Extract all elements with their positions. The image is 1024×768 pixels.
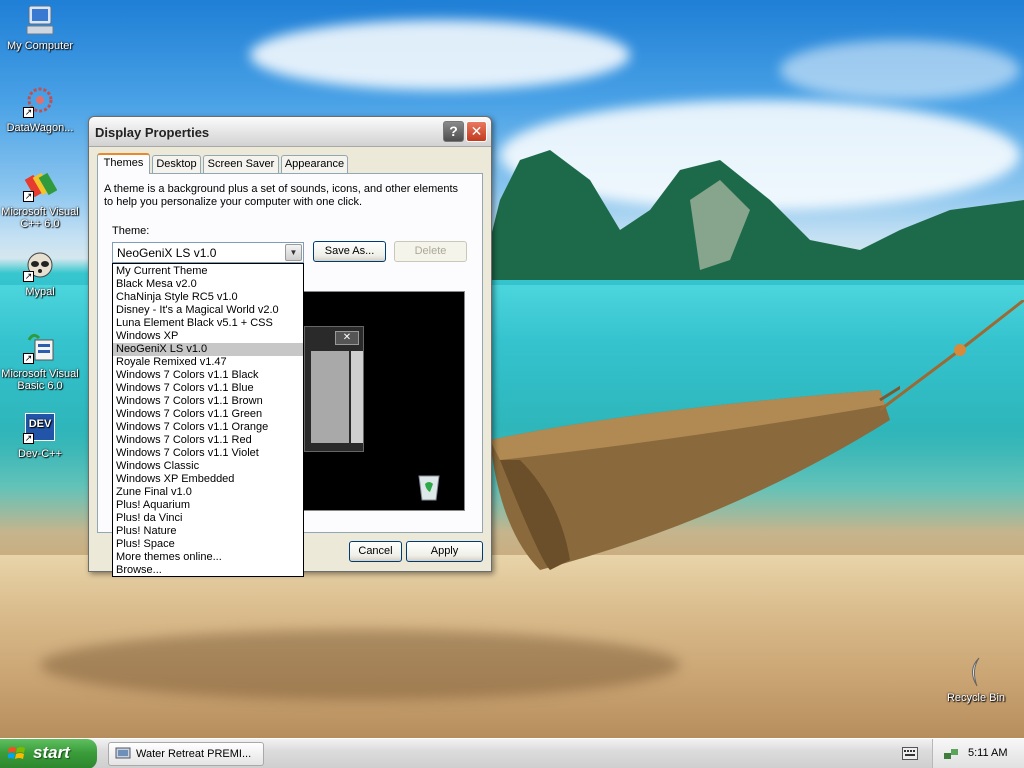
desktop-icon-label: Dev-C++ [17, 448, 63, 460]
network-icon[interactable] [943, 746, 959, 762]
theme-option[interactable]: Zune Final v1.0 [113, 486, 303, 499]
cloud [780, 40, 1020, 100]
datawagon-icon: ↗ [23, 86, 57, 118]
theme-option[interactable]: Royale Remixed v1.47 [113, 356, 303, 369]
taskbar-item-label: Water Retreat PREMI... [136, 748, 252, 760]
start-label: start [33, 743, 70, 762]
desktop-icon-label: Microsoft Visual C++ 6.0 [1, 206, 79, 230]
preview-scrollbar [351, 351, 363, 443]
mypal-icon: ↗ [23, 250, 57, 282]
theme-option[interactable]: Luna Element Black v5.1 + CSS [113, 317, 303, 330]
system-tray: 5:11 AM [932, 739, 1024, 768]
desktop-icon-datawagon[interactable]: ↗ DataWagon... [0, 86, 80, 134]
devcpp-icon: DEV ↗ [23, 412, 57, 444]
save-as-button[interactable]: Save As... [313, 241, 386, 262]
hammock-rope [880, 300, 1024, 412]
theme-option[interactable]: Plus! Space [113, 538, 303, 551]
theme-option[interactable]: Windows Classic [113, 460, 303, 473]
tab-desktop[interactable]: Desktop [152, 155, 201, 173]
tab-screen-saver[interactable]: Screen Saver [203, 155, 279, 173]
preview-close-icon: ✕ [335, 331, 359, 345]
theme-option[interactable]: Disney - It's a Magical World v2.0 [113, 304, 303, 317]
theme-option[interactable]: Windows 7 Colors v1.1 Brown [113, 395, 303, 408]
visual-cpp-icon: ↗ [23, 170, 58, 202]
theme-select[interactable]: NeoGeniX LS v1.0 ▼ [112, 242, 304, 263]
title-bar[interactable]: Display Properties ? ✕ [89, 117, 491, 147]
shortcut-arrow-icon: ↗ [23, 271, 34, 282]
desktop-icon-label: DataWagon... [6, 122, 74, 134]
cloud [250, 20, 630, 90]
apply-button[interactable]: Apply [406, 541, 483, 562]
theme-option[interactable]: My Current Theme [113, 265, 303, 278]
clock[interactable]: 5:11 AM [968, 747, 1008, 759]
theme-label: Theme: [112, 225, 150, 237]
shortcut-arrow-icon: ↗ [23, 353, 34, 364]
desktop-icon-devcpp[interactable]: DEV ↗ Dev-C++ [0, 412, 80, 460]
desktop-icon-visual-cpp[interactable]: ↗ Microsoft Visual C++ 6.0 [0, 170, 80, 230]
keyboard-icon[interactable] [902, 747, 918, 760]
my-computer-icon [23, 4, 57, 36]
theme-preview: ✕ [303, 291, 465, 511]
cancel-button[interactable]: Cancel [349, 541, 402, 562]
theme-dropdown-list[interactable]: My Current Theme Black Mesa v2.0 ChaNinja … [112, 263, 304, 577]
start-button[interactable]: start [0, 739, 97, 768]
shortcut-arrow-icon: ↗ [23, 107, 34, 118]
theme-option[interactable]: NeoGeniX LS v1.0 [113, 343, 303, 356]
theme-option[interactable]: Black Mesa v2.0 [113, 278, 303, 291]
desktop-icon-label: Recycle Bin [946, 692, 1006, 704]
desktop-icon-label: Microsoft Visual Basic 6.0 [1, 368, 79, 392]
desktop-icon-recycle-bin[interactable]: Recycle Bin [936, 656, 1016, 704]
islands [480, 150, 1024, 280]
themes-description: A theme is a background plus a set of so… [104, 183, 459, 208]
hammock-shadow [40, 630, 680, 700]
theme-option[interactable]: Browse... [113, 564, 303, 577]
preview-window: ✕ [304, 326, 364, 452]
theme-option[interactable]: Plus! da Vinci [113, 512, 303, 525]
close-button[interactable]: ✕ [466, 121, 487, 142]
theme-select-value: NeoGeniX LS v1.0 [117, 246, 217, 260]
taskbar: start Water Retreat PREMI... 5:11 AM [0, 738, 1024, 768]
chevron-down-icon[interactable]: ▼ [285, 244, 302, 261]
theme-option[interactable]: More themes online... [113, 551, 303, 564]
theme-option[interactable]: Windows 7 Colors v1.1 Green [113, 408, 303, 421]
window-title: Display Properties [95, 125, 210, 140]
help-button[interactable]: ? [443, 121, 464, 142]
windows-flag-icon [8, 747, 25, 759]
desktop-icon-visual-basic[interactable]: ↗ Microsoft Visual Basic 6.0 [0, 332, 80, 392]
recycle-bin-icon [959, 656, 993, 688]
theme-option[interactable]: Windows 7 Colors v1.1 Orange [113, 421, 303, 434]
hammock [490, 385, 900, 570]
shortcut-arrow-icon: ↗ [23, 191, 34, 202]
desktop-icon-my-computer[interactable]: My Computer [0, 4, 80, 52]
theme-option[interactable]: Windows 7 Colors v1.1 Black [113, 369, 303, 382]
shortcut-arrow-icon: ↗ [23, 433, 34, 444]
tab-appearance[interactable]: Appearance [281, 155, 348, 173]
desktop-icon-label: Mypal [25, 286, 55, 298]
theme-option[interactable]: Windows XP Embedded [113, 473, 303, 486]
visual-basic-icon: ↗ [23, 332, 57, 364]
theme-option[interactable]: Plus! Nature [113, 525, 303, 538]
theme-option[interactable]: Windows 7 Colors v1.1 Violet [113, 447, 303, 460]
theme-option[interactable]: Windows 7 Colors v1.1 Red [113, 434, 303, 447]
theme-option[interactable]: Windows XP [113, 330, 303, 343]
theme-option[interactable]: Windows 7 Colors v1.1 Blue [113, 382, 303, 395]
desktop-icon-mypal[interactable]: ↗ Mypal [0, 250, 80, 298]
theme-option[interactable]: Plus! Aquarium [113, 499, 303, 512]
preview-window-body [311, 351, 349, 443]
taskbar-item-display-properties[interactable]: Water Retreat PREMI... [108, 742, 264, 766]
delete-button: Delete [394, 241, 467, 262]
theme-option[interactable]: ChaNinja Style RC5 v1.0 [113, 291, 303, 304]
desktop-icon-label: My Computer [6, 40, 74, 52]
preview-recycle-bin-icon [418, 475, 440, 501]
display-properties-icon [115, 747, 131, 759]
tab-themes[interactable]: Themes [97, 153, 150, 174]
